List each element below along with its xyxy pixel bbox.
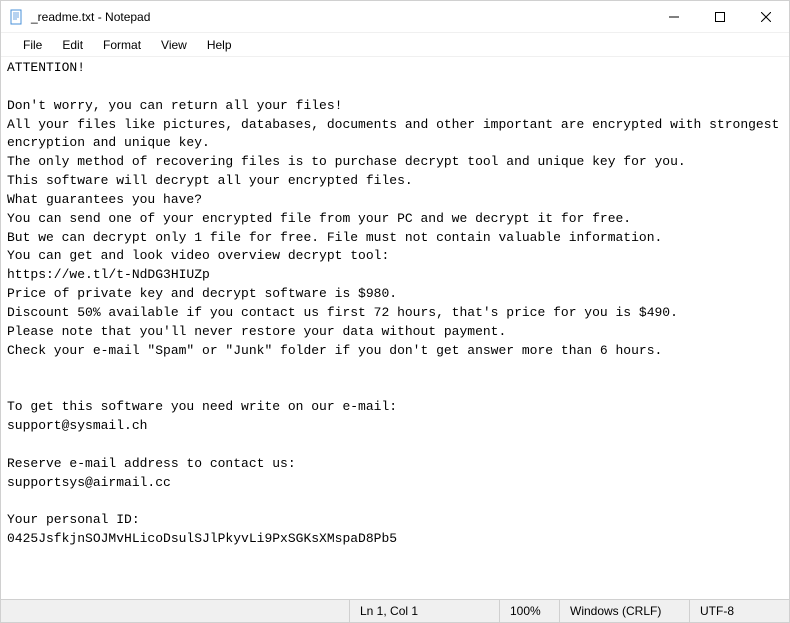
menu-file[interactable]: File [13,36,52,54]
menubar: File Edit Format View Help [1,33,789,57]
window-controls [651,1,789,32]
minimize-button[interactable] [651,1,697,33]
menu-view[interactable]: View [151,36,197,54]
menu-format[interactable]: Format [93,36,151,54]
window-title: _readme.txt - Notepad [31,10,651,24]
close-button[interactable] [743,1,789,33]
text-area[interactable]: ATTENTION! Don't worry, you can return a… [1,57,789,599]
status-spacer [1,600,349,622]
menu-help[interactable]: Help [197,36,242,54]
status-eol: Windows (CRLF) [559,600,689,622]
titlebar: _readme.txt - Notepad [1,1,789,33]
menu-edit[interactable]: Edit [52,36,93,54]
maximize-button[interactable] [697,1,743,33]
notepad-icon [9,9,25,25]
status-position: Ln 1, Col 1 [349,600,499,622]
statusbar: Ln 1, Col 1 100% Windows (CRLF) UTF-8 [1,599,789,622]
status-zoom: 100% [499,600,559,622]
status-encoding: UTF-8 [689,600,789,622]
